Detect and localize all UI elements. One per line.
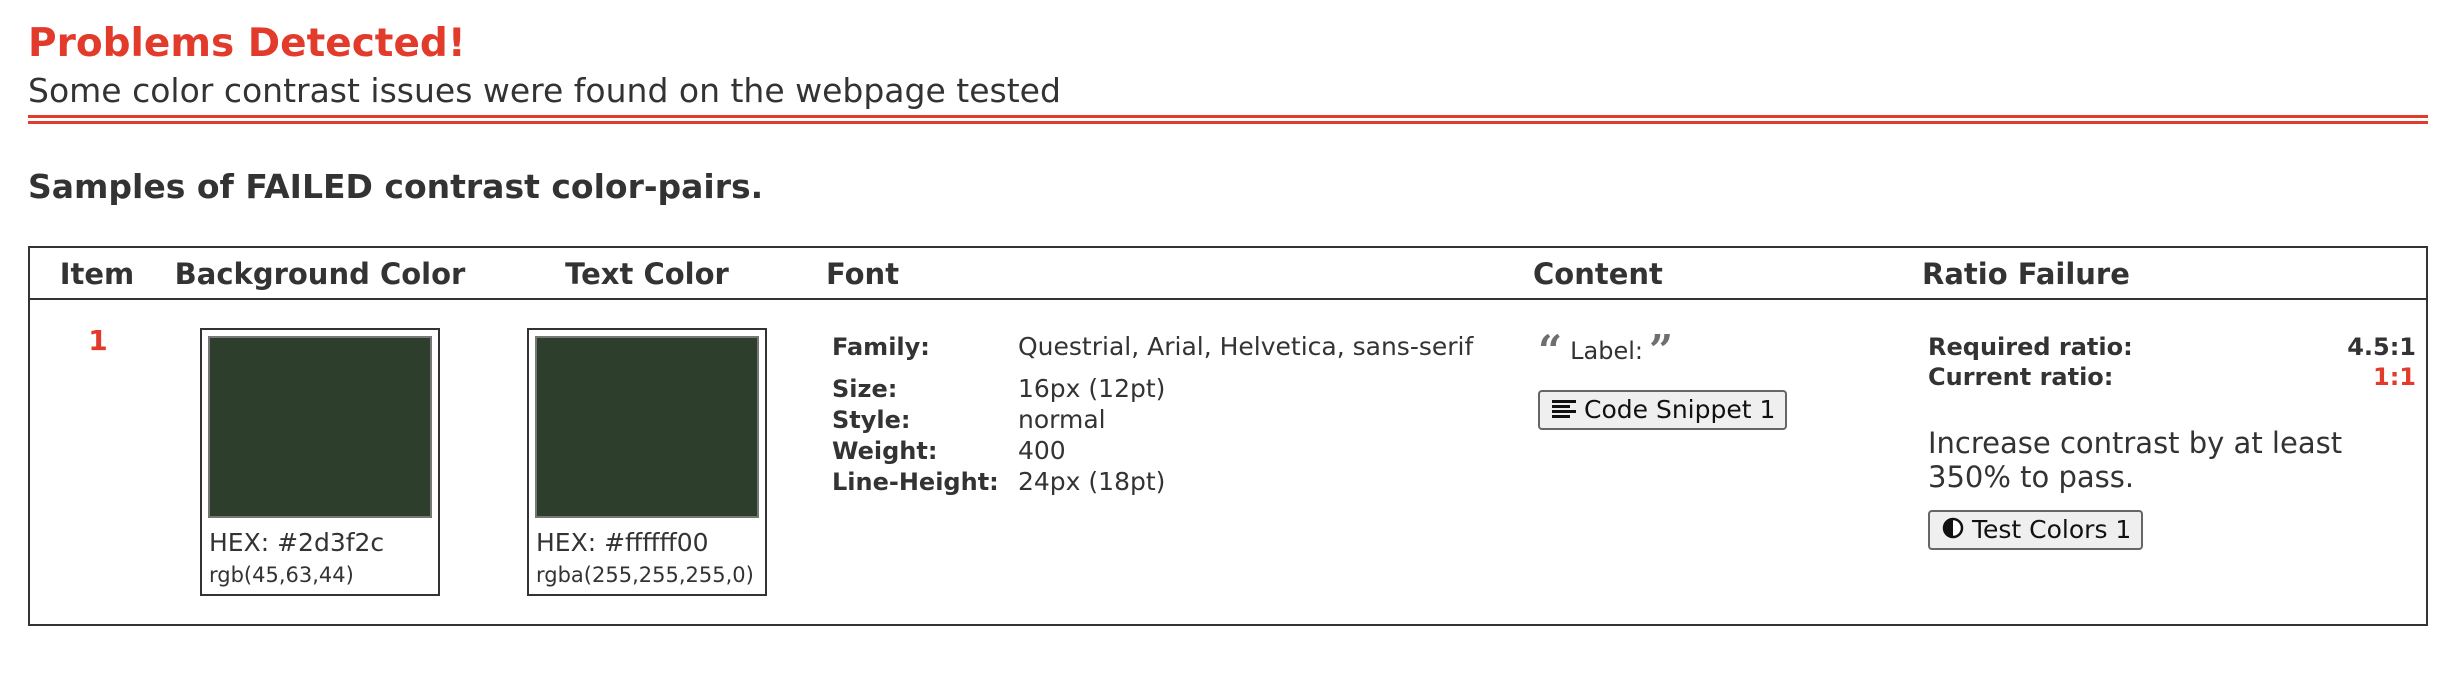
column-header-background-color: Background Color bbox=[174, 257, 466, 291]
page-title: Problems Detected! bbox=[28, 21, 466, 66]
quote-left-icon: “ bbox=[1538, 326, 1563, 375]
item-number: 1 bbox=[88, 324, 108, 357]
test-colors-button[interactable]: Test Colors 1 bbox=[1928, 510, 2144, 550]
contrast-report-page: Problems Detected! Some color contrast i… bbox=[0, 0, 2456, 692]
content-label-text: Label: bbox=[1570, 337, 1644, 365]
column-header-item: Item bbox=[59, 257, 135, 291]
font-style-label: Style: bbox=[832, 406, 911, 434]
text-color-swatch bbox=[535, 336, 759, 518]
adjust-contrast-icon bbox=[1942, 513, 1964, 549]
font-family-value: Questrial, Arial, Helvetica, sans-serif bbox=[1018, 332, 1474, 361]
header-divider-bottom bbox=[28, 121, 2428, 124]
current-ratio-label: Current ratio: bbox=[1928, 363, 2114, 391]
column-header-text-color: Text Color bbox=[565, 257, 729, 291]
contrast-advice-text: Increase contrast by at least 350% to pa… bbox=[1928, 426, 2343, 494]
text-rgba-value: rgba(255,255,255,0) bbox=[536, 563, 754, 587]
font-weight-label: Weight: bbox=[832, 437, 938, 465]
required-ratio-value: 4.5:1 bbox=[2347, 333, 2416, 361]
align-left-icon bbox=[1552, 393, 1576, 429]
column-header-font: Font bbox=[826, 257, 900, 291]
font-style-value: normal bbox=[1018, 405, 1106, 434]
font-weight-value: 400 bbox=[1018, 436, 1066, 465]
text-hex-value: HEX: #ffffff00 bbox=[536, 528, 709, 557]
column-header-ratio-failure: Ratio Failure bbox=[1922, 257, 2130, 291]
quote-right-icon: ” bbox=[1649, 326, 1674, 375]
current-ratio-value: 1:1 bbox=[2373, 363, 2416, 391]
background-rgb-value: rgb(45,63,44) bbox=[209, 563, 354, 587]
content-label-sample: “Label:” bbox=[1538, 326, 1674, 375]
table-header-row: Item Background Color Text Color Font Co… bbox=[30, 248, 2426, 300]
failed-pairs-table: Item Background Color Text Color Font Co… bbox=[28, 246, 2428, 626]
page-subtitle: Some color contrast issues were found on… bbox=[28, 71, 1061, 110]
font-family-label: Family: bbox=[832, 333, 930, 361]
required-ratio-label: Required ratio: bbox=[1928, 333, 2133, 361]
line-height-label: Line-Height: bbox=[832, 468, 999, 496]
code-snippet-button-label: Code Snippet 1 bbox=[1584, 395, 1776, 424]
line-height-value: 24px (18pt) bbox=[1018, 467, 1166, 496]
background-color-sample: HEX: #2d3f2c rgb(45,63,44) bbox=[200, 328, 440, 596]
header-divider-top bbox=[28, 115, 2428, 118]
background-hex-value: HEX: #2d3f2c bbox=[209, 528, 385, 557]
code-snippet-button[interactable]: Code Snippet 1 bbox=[1538, 390, 1788, 430]
section-heading: Samples of FAILED contrast color-pairs. bbox=[28, 167, 764, 206]
font-size-value: 16px (12pt) bbox=[1018, 374, 1166, 403]
text-color-sample: HEX: #ffffff00 rgba(255,255,255,0) bbox=[527, 328, 767, 596]
column-header-content: Content bbox=[1533, 257, 1663, 291]
font-size-label: Size: bbox=[832, 375, 898, 403]
test-colors-button-label: Test Colors 1 bbox=[1972, 515, 2132, 544]
background-color-swatch bbox=[208, 336, 432, 518]
